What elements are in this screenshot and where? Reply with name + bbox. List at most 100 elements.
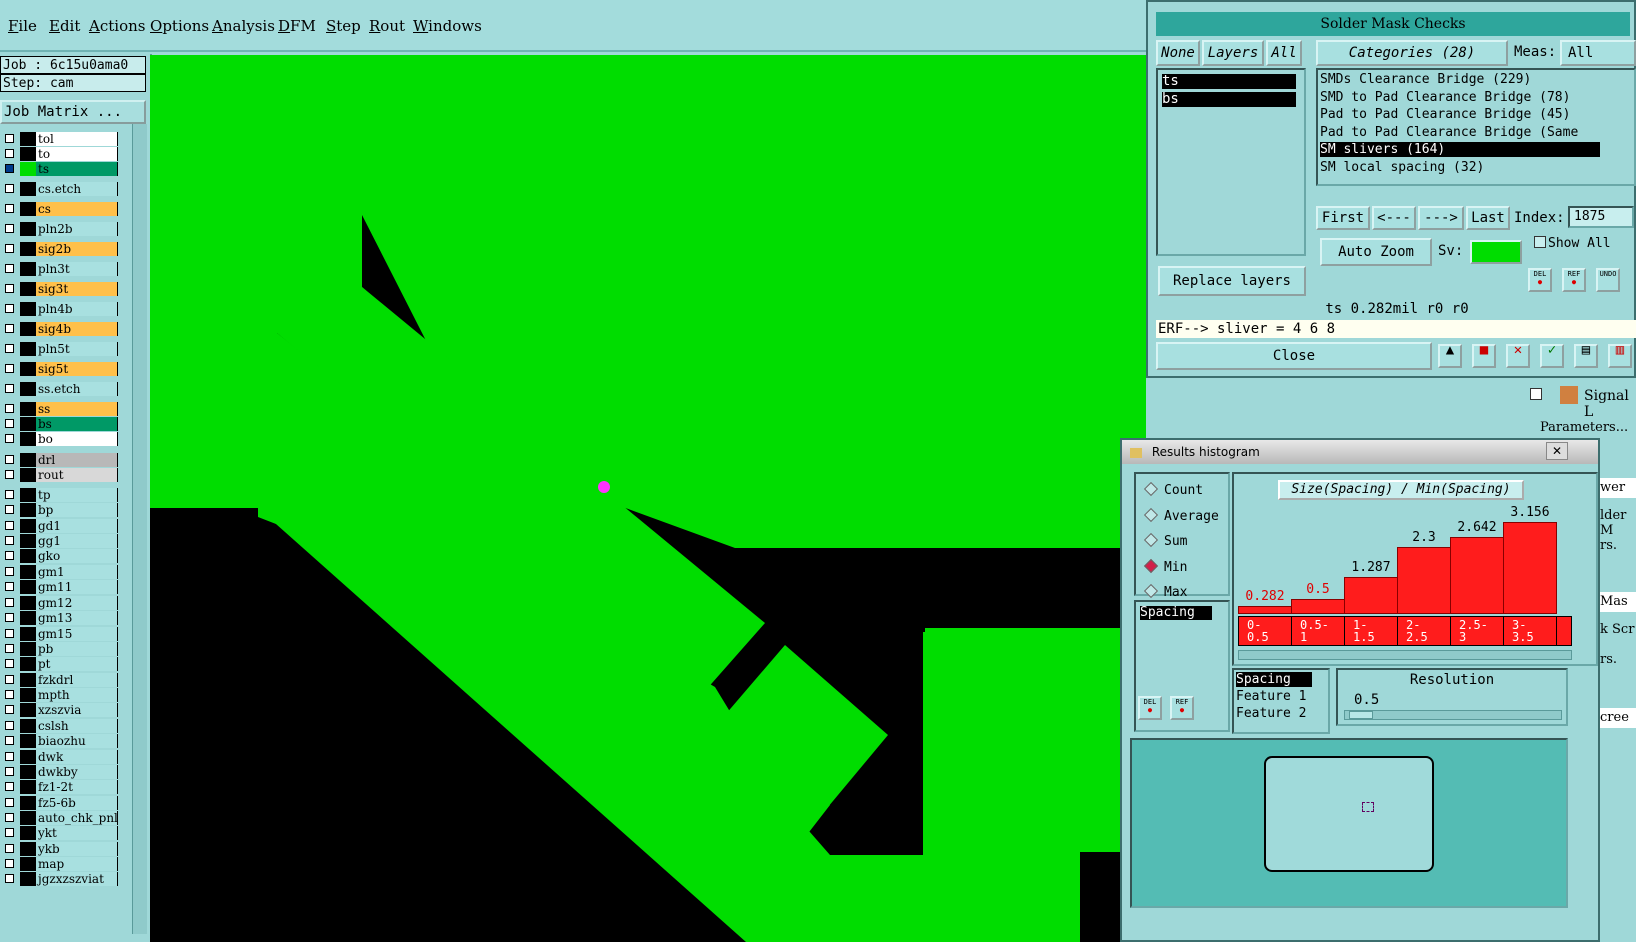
layer-checkbox[interactable] [5, 874, 14, 883]
layer-row-drl[interactable]: drl [2, 453, 118, 467]
layer-row-bs[interactable]: bs [2, 417, 118, 431]
tool-icon-3[interactable]: ✕ [1506, 343, 1530, 368]
layer-row-tp[interactable]: tp [2, 488, 118, 502]
chart-hscrollbar[interactable] [1238, 650, 1572, 660]
layer-checkbox[interactable] [5, 404, 14, 413]
layer-row-pt[interactable]: pt [2, 657, 118, 671]
layer-row-xzszvia[interactable]: xzszvia [2, 703, 118, 717]
layer-name[interactable]: jgzxzszviat [36, 872, 118, 886]
layer-checkbox[interactable] [5, 798, 14, 807]
layer-checkbox[interactable] [5, 521, 14, 530]
layer-row-dwkby[interactable]: dwkby [2, 765, 118, 779]
layer-row-fzkdrl[interactable]: fzkdrl [2, 673, 118, 687]
layer-row-to[interactable]: to [2, 147, 118, 161]
layer-row-fz5-6b[interactable]: fz5-6b [2, 796, 118, 810]
layer-name[interactable]: cs [36, 202, 118, 216]
menu-analysis[interactable]: Analysis [212, 17, 275, 35]
layer-row-tol[interactable]: tol [2, 132, 118, 146]
layer-checkbox[interactable] [5, 644, 14, 653]
layer-checkbox[interactable] [5, 304, 14, 313]
meas-select[interactable]: All [1560, 40, 1636, 66]
layer-row-pb[interactable]: pb [2, 642, 118, 656]
layer-checkbox[interactable] [5, 384, 14, 393]
layer-name[interactable]: drl [36, 453, 118, 467]
layer-select-list[interactable]: ts bs [1156, 68, 1306, 256]
layer-row-fz1-2t[interactable]: fz1-2t [2, 780, 118, 794]
layer-name[interactable]: bo [36, 432, 118, 446]
layer-row-jgzxzszviat[interactable]: jgzxzszviat [2, 872, 118, 886]
layer-name[interactable]: ykb [36, 842, 118, 856]
layer-row-bp[interactable]: bp [2, 503, 118, 517]
menu-file[interactable]: File [8, 17, 37, 35]
layer-name[interactable]: pb [36, 642, 118, 656]
first-button[interactable]: First [1316, 206, 1370, 230]
resolution-slider-thumb[interactable] [1349, 711, 1373, 719]
menu-rout[interactable]: Rout [369, 17, 405, 35]
menu-dfm[interactable]: DFM [278, 17, 316, 35]
layer-checkbox[interactable] [5, 324, 14, 333]
layer-name[interactable]: gg1 [36, 534, 118, 548]
layer-name[interactable]: ss.etch [36, 382, 118, 396]
layer-name[interactable]: sig2b [36, 242, 118, 256]
layer-checkbox[interactable] [5, 567, 14, 576]
replace-layers-select[interactable]: Replace layers [1158, 266, 1306, 296]
layer-checkbox[interactable] [5, 721, 14, 730]
layer-row-dwk[interactable]: dwk [2, 750, 118, 764]
last-button[interactable]: Last [1466, 206, 1510, 230]
layer-checkbox[interactable] [5, 419, 14, 428]
layer-checkbox[interactable] [5, 629, 14, 638]
layer-name[interactable]: map [36, 857, 118, 871]
radio-min[interactable]: Min [1143, 558, 1187, 577]
layer-name[interactable]: ss [36, 402, 118, 416]
layer-checkbox[interactable] [5, 284, 14, 293]
layer-checkbox[interactable] [5, 859, 14, 868]
layer-checkbox[interactable] [5, 813, 14, 822]
layer-name[interactable]: tol [36, 132, 118, 146]
layer-row-pln4b[interactable]: pln4b [2, 302, 118, 316]
layer-checkbox[interactable] [5, 582, 14, 591]
radio-indicator[interactable] [1143, 507, 1159, 522]
layer-row-rout[interactable]: rout [2, 468, 118, 482]
layer-checkbox[interactable] [5, 470, 14, 479]
layer-row-biaozhu[interactable]: biaozhu [2, 734, 118, 748]
resolution-slider[interactable] [1344, 710, 1562, 720]
radio-count[interactable]: Count [1143, 481, 1203, 500]
next-button[interactable]: ---> [1418, 206, 1464, 230]
category-item[interactable]: SM slivers (164) [1320, 142, 1600, 157]
layer-checkbox[interactable] [5, 244, 14, 253]
hist-del-button[interactable]: DEL ● [1138, 696, 1162, 720]
layer-row-gko[interactable]: gko [2, 549, 118, 563]
index-input[interactable]: 1875 [1568, 206, 1634, 228]
preview-pane[interactable] [1130, 738, 1568, 908]
hist-ref-button[interactable]: REF ● [1170, 696, 1194, 720]
layer-item-ts[interactable]: ts [1162, 74, 1296, 89]
layer-name[interactable]: auto_chk_pnl [36, 811, 118, 825]
layer-checkbox[interactable] [5, 690, 14, 699]
layer-name[interactable]: mpth [36, 688, 118, 702]
layer-name[interactable]: pt [36, 657, 118, 671]
layer-name[interactable]: bp [36, 503, 118, 517]
layer-row-pln2b[interactable]: pln2b [2, 222, 118, 236]
layer-name[interactable]: bs [36, 417, 118, 431]
layer-row-gm1[interactable]: gm1 [2, 565, 118, 579]
layer-row-ts[interactable]: ts [2, 162, 118, 176]
layer-name[interactable]: sig5t [36, 362, 118, 376]
layer-row-gm15[interactable]: gm15 [2, 627, 118, 641]
layer-name[interactable]: pln5t [36, 342, 118, 356]
layer-name[interactable]: rout [36, 468, 118, 482]
sv-color-select[interactable] [1470, 240, 1522, 264]
layer-item-bs[interactable]: bs [1162, 92, 1296, 107]
layer-name[interactable]: pln2b [36, 222, 118, 236]
category-item[interactable]: Pad to Pad Clearance Bridge (Same [1320, 125, 1600, 140]
tool-icon-4[interactable]: ✓ [1540, 343, 1564, 368]
parameters-button[interactable]: Parameters... [1540, 420, 1628, 435]
layer-checkbox[interactable] [5, 536, 14, 545]
layer-checkbox[interactable] [5, 164, 14, 173]
ref-button[interactable]: REF ● [1562, 268, 1586, 292]
layer-row-gg1[interactable]: gg1 [2, 534, 118, 548]
layer-checkbox[interactable] [5, 705, 14, 714]
layer-checkbox[interactable] [5, 224, 14, 233]
layer-checkbox[interactable] [5, 782, 14, 791]
category-item[interactable]: Pad to Pad Clearance Bridge (45) [1320, 107, 1600, 122]
layer-row-sig5t[interactable]: sig5t [2, 362, 118, 376]
